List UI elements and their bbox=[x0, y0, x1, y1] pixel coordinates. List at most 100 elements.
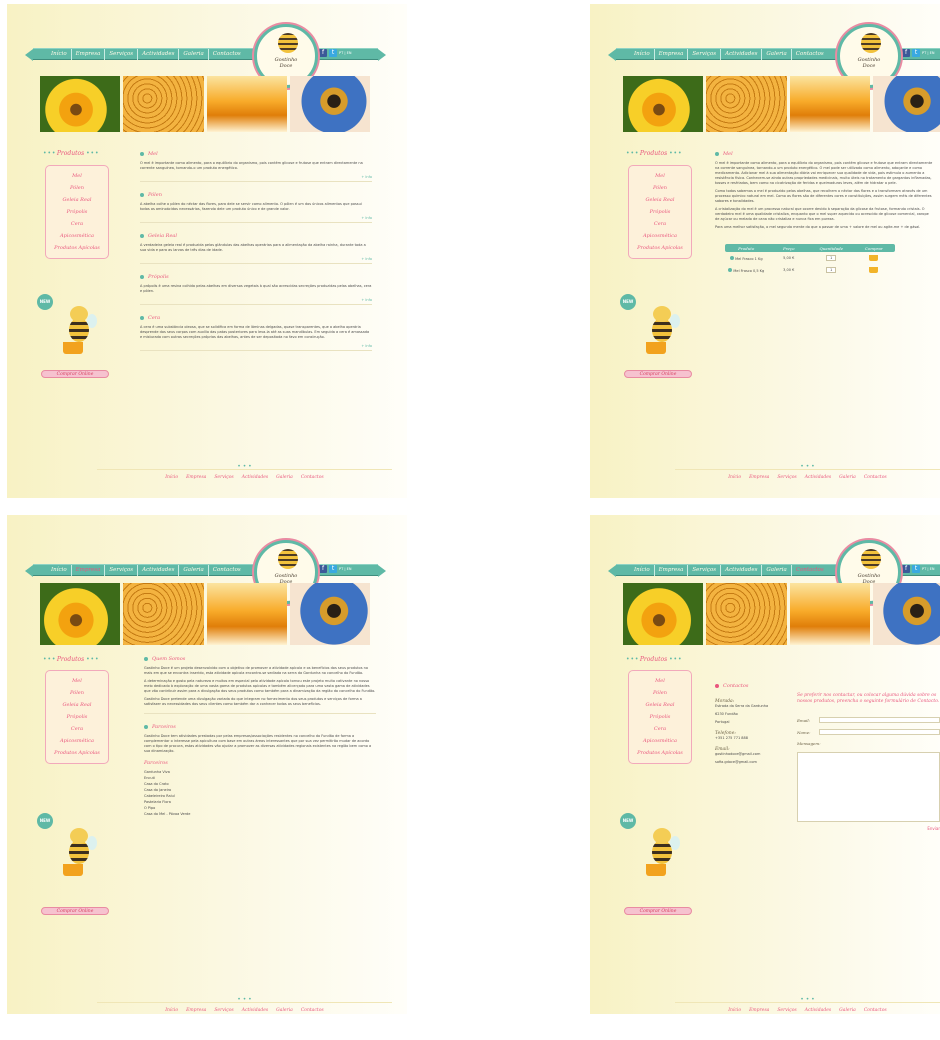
nav-empresa[interactable]: Empresa bbox=[72, 565, 106, 576]
nav-servicos[interactable]: Serviços bbox=[688, 565, 722, 576]
footer-link[interactable]: Contactos bbox=[864, 1008, 887, 1013]
nav-contactos[interactable]: Contactos bbox=[792, 49, 828, 60]
nav-galeria[interactable]: Galeria bbox=[179, 565, 209, 576]
nav-galeria[interactable]: Galeria bbox=[762, 49, 792, 60]
sidebar-item-apicosmetica[interactable]: Apicosmética bbox=[629, 735, 691, 747]
footer-link[interactable]: Empresa bbox=[749, 1008, 769, 1013]
footer-link[interactable]: Galeria bbox=[839, 1008, 856, 1013]
sidebar-item-apicolas[interactable]: Produtos Apícolas bbox=[629, 747, 691, 759]
nav-contactos[interactable]: Contactos bbox=[792, 565, 828, 576]
nav-empresa[interactable]: Empresa bbox=[655, 49, 689, 60]
sidebar-item-apicosmetica[interactable]: Apicosmética bbox=[46, 735, 108, 747]
email-link[interactable]: sofia.gdoce@gmail.com bbox=[715, 760, 785, 765]
footer-link[interactable]: Galeria bbox=[276, 475, 293, 480]
nav-contactos[interactable]: Contactos bbox=[209, 565, 245, 576]
sidebar-item-apicolas[interactable]: Produtos Apícolas bbox=[629, 242, 691, 254]
sidebar-item-polen[interactable]: Pólen bbox=[629, 687, 691, 699]
nav-servicos[interactable]: Serviços bbox=[105, 565, 139, 576]
footer-link[interactable]: Início bbox=[165, 475, 178, 480]
sidebar-item-apicosmetica[interactable]: Apicosmética bbox=[46, 230, 108, 242]
language-switch[interactable]: PT | EN bbox=[339, 51, 351, 55]
sidebar-item-geleia[interactable]: Geleia Real bbox=[629, 699, 691, 711]
footer-link[interactable]: Empresa bbox=[186, 1008, 206, 1013]
sidebar-item-mel[interactable]: Mel bbox=[46, 675, 108, 687]
nav-galeria[interactable]: Galeria bbox=[762, 565, 792, 576]
footer-link[interactable]: Contactos bbox=[864, 475, 887, 480]
shop-online-button[interactable]: Comprar Online bbox=[624, 370, 692, 378]
cart-icon[interactable] bbox=[869, 254, 879, 261]
name-field[interactable] bbox=[819, 729, 940, 735]
nav-inicio[interactable]: Início bbox=[630, 49, 655, 60]
quantity-input[interactable]: 1 bbox=[826, 255, 837, 261]
twitter-icon[interactable]: t bbox=[329, 49, 337, 57]
sidebar-item-geleia[interactable]: Geleia Real bbox=[629, 194, 691, 206]
shop-online-button[interactable]: Comprar Online bbox=[41, 370, 109, 378]
sidebar-item-propolis[interactable]: Própolis bbox=[46, 711, 108, 723]
nav-actividades[interactable]: Actividades bbox=[138, 49, 180, 60]
footer-link[interactable]: Actividades bbox=[242, 1008, 268, 1013]
email-field[interactable] bbox=[819, 717, 940, 723]
quantity-input[interactable]: 1 bbox=[826, 267, 837, 273]
sidebar-item-polen[interactable]: Pólen bbox=[46, 687, 108, 699]
nav-empresa[interactable]: Empresa bbox=[655, 565, 689, 576]
sidebar-item-mel[interactable]: Mel bbox=[629, 170, 691, 182]
nav-contactos[interactable]: Contactos bbox=[209, 49, 245, 60]
nav-inicio[interactable]: Início bbox=[47, 49, 72, 60]
footer-link[interactable]: Início bbox=[728, 475, 741, 480]
sidebar-item-propolis[interactable]: Própolis bbox=[46, 206, 108, 218]
footer-link[interactable]: Galeria bbox=[276, 1008, 293, 1013]
footer-link[interactable]: Início bbox=[728, 1008, 741, 1013]
nav-inicio[interactable]: Início bbox=[630, 565, 655, 576]
cart-icon[interactable] bbox=[869, 266, 879, 273]
more-info-link[interactable]: + Info bbox=[140, 344, 372, 351]
language-switch[interactable]: PT | EN bbox=[339, 567, 351, 571]
footer-link[interactable]: Empresa bbox=[186, 475, 206, 480]
nav-galeria[interactable]: Galeria bbox=[179, 49, 209, 60]
facebook-icon[interactable]: f bbox=[902, 565, 910, 573]
footer-link[interactable]: Actividades bbox=[805, 475, 831, 480]
sidebar-item-cera[interactable]: Cera bbox=[629, 218, 691, 230]
more-info-link[interactable]: + Info bbox=[140, 216, 372, 223]
sidebar-item-propolis[interactable]: Própolis bbox=[629, 206, 691, 218]
nav-servicos[interactable]: Serviços bbox=[105, 49, 139, 60]
facebook-icon[interactable]: f bbox=[902, 49, 910, 57]
nav-inicio[interactable]: Início bbox=[47, 565, 72, 576]
more-info-link[interactable]: + Info bbox=[140, 175, 372, 182]
sidebar-item-propolis[interactable]: Própolis bbox=[629, 711, 691, 723]
nav-actividades[interactable]: Actividades bbox=[138, 565, 180, 576]
footer-link[interactable]: Contactos bbox=[301, 1008, 324, 1013]
footer-link[interactable]: Actividades bbox=[242, 475, 268, 480]
email-link[interactable]: gostinhodoce@gmail.com bbox=[715, 752, 785, 757]
facebook-icon[interactable]: f bbox=[319, 565, 327, 573]
facebook-icon[interactable]: f bbox=[319, 49, 327, 57]
sidebar-item-geleia[interactable]: Geleia Real bbox=[46, 194, 108, 206]
sidebar-item-apicolas[interactable]: Produtos Apícolas bbox=[46, 747, 108, 759]
sidebar-item-polen[interactable]: Pólen bbox=[629, 182, 691, 194]
sidebar-item-mel[interactable]: Mel bbox=[629, 675, 691, 687]
footer-link[interactable]: Galeria bbox=[839, 475, 856, 480]
footer-link[interactable]: Actividades bbox=[805, 1008, 831, 1013]
nav-servicos[interactable]: Serviços bbox=[688, 49, 722, 60]
twitter-icon[interactable]: t bbox=[912, 565, 920, 573]
sidebar-item-cera[interactable]: Cera bbox=[46, 723, 108, 735]
sidebar-item-cera[interactable]: Cera bbox=[629, 723, 691, 735]
nav-actividades[interactable]: Actividades bbox=[721, 565, 763, 576]
footer-link[interactable]: Serviços bbox=[214, 1008, 233, 1013]
nav-empresa[interactable]: Empresa bbox=[72, 49, 106, 60]
footer-link[interactable]: Início bbox=[165, 1008, 178, 1013]
twitter-icon[interactable]: t bbox=[329, 565, 337, 573]
footer-link[interactable]: Empresa bbox=[749, 475, 769, 480]
shop-online-button[interactable]: Comprar Online bbox=[624, 907, 692, 915]
language-switch[interactable]: PT | EN bbox=[922, 567, 934, 571]
twitter-icon[interactable]: t bbox=[912, 49, 920, 57]
sidebar-item-geleia[interactable]: Geleia Real bbox=[46, 699, 108, 711]
sidebar-item-apicosmetica[interactable]: Apicosmética bbox=[629, 230, 691, 242]
footer-link[interactable]: Contactos bbox=[301, 475, 324, 480]
footer-link[interactable]: Serviços bbox=[214, 475, 233, 480]
more-info-link[interactable]: + Info bbox=[140, 298, 372, 305]
sidebar-item-mel[interactable]: Mel bbox=[46, 170, 108, 182]
message-field[interactable] bbox=[797, 752, 940, 822]
sidebar-item-cera[interactable]: Cera bbox=[46, 218, 108, 230]
send-button[interactable]: Enviar bbox=[797, 826, 940, 831]
shop-online-button[interactable]: Comprar Online bbox=[41, 907, 109, 915]
